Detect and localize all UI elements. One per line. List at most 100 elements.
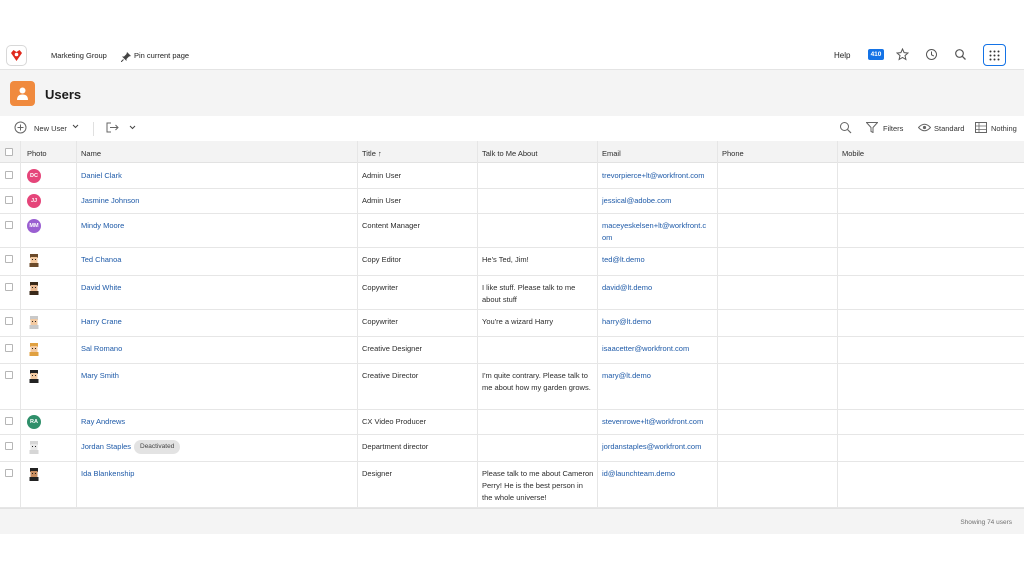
view-selector[interactable]: Standard (934, 124, 964, 133)
email-link[interactable]: maceyeskelsen+lt@workfront.c om (602, 220, 714, 244)
row-checkbox[interactable] (5, 442, 13, 450)
avatar[interactable]: DC (27, 169, 41, 183)
email-link[interactable]: jordanstaples@workfront.com (602, 441, 714, 453)
email-link[interactable]: ted@lt.demo (602, 254, 714, 266)
user-name-link[interactable]: Mary Smith (81, 370, 119, 382)
column-header-phone[interactable]: Phone (722, 149, 744, 158)
email-link[interactable]: stevenrowe+lt@workfront.com (602, 416, 714, 428)
group-breadcrumb[interactable]: Marketing Group (51, 51, 107, 60)
avatar[interactable] (27, 253, 41, 267)
user-name-link[interactable]: Ida Blankenship (81, 468, 134, 480)
grid-icon (989, 50, 1000, 61)
email-link[interactable]: david@lt.demo (602, 282, 714, 294)
user-count-text: Showing 74 users (960, 519, 1012, 526)
new-user-button[interactable]: New User (34, 124, 67, 133)
email-link[interactable]: jessical@adobe.com (602, 195, 714, 207)
avatar[interactable] (27, 342, 41, 356)
filter-icon[interactable] (865, 122, 879, 135)
email-link[interactable]: id@launchteam.demo (602, 468, 714, 480)
app-launcher-button[interactable] (983, 44, 1006, 66)
search-icon[interactable] (954, 48, 967, 66)
table-row[interactable] (0, 410, 1024, 435)
notification-count-badge[interactable]: 410 (868, 49, 884, 60)
table-footer (0, 508, 1024, 534)
row-checkbox[interactable] (5, 317, 13, 325)
column-header-title[interactable]: Title ↑ (362, 149, 382, 158)
table-row[interactable] (0, 189, 1024, 214)
job-title-cell: Designer (362, 469, 393, 478)
column-header-name[interactable]: Name (81, 149, 101, 158)
table-row[interactable] (0, 337, 1024, 364)
user-name-link[interactable]: David White (81, 282, 121, 294)
avatar[interactable] (27, 281, 41, 295)
select-all-checkbox[interactable] (5, 148, 13, 156)
plus-circle-icon[interactable] (14, 121, 27, 136)
toolbar-divider (93, 122, 94, 136)
job-title-cell: Department director (362, 442, 429, 451)
talk-to-me-cell: I like stuff. Please talk to me about st… (482, 283, 576, 304)
talk-to-me-cell: I'm quite contrary. Please talk to me ab… (482, 371, 591, 392)
filters-button[interactable]: Filters (883, 124, 903, 133)
user-name-link[interactable]: Sal Romano (81, 343, 122, 355)
user-name-link[interactable]: Harry Crane (81, 316, 122, 328)
job-title-cell: Creative Director (362, 371, 419, 380)
job-title-cell: Copy Editor (362, 255, 402, 264)
row-checkbox[interactable] (5, 196, 13, 204)
export-icon[interactable] (106, 122, 120, 135)
user-name-link[interactable]: Jasmine Johnson (81, 195, 139, 207)
row-checkbox[interactable] (5, 469, 13, 477)
avatar[interactable]: RA (27, 415, 41, 429)
job-title-cell: Copywriter (362, 283, 398, 292)
user-name-link[interactable]: Ted Chanoa (81, 254, 121, 266)
email-link[interactable]: isaacetter@workfront.com (602, 343, 714, 355)
column-header-mobile[interactable]: Mobile (842, 149, 864, 158)
page-header (0, 70, 1024, 116)
chevron-down-icon[interactable] (129, 124, 136, 133)
row-checkbox[interactable] (5, 371, 13, 379)
avatar[interactable] (27, 440, 41, 454)
chevron-down-icon[interactable] (72, 123, 79, 132)
pin-current-page-button[interactable]: Pin current page (134, 51, 189, 60)
user-name-link[interactable]: Ray Andrews (81, 416, 125, 428)
row-checkbox[interactable] (5, 344, 13, 352)
user-name-link[interactable]: Mindy Moore (81, 220, 124, 232)
row-checkbox[interactable] (5, 417, 13, 425)
status-badge: Deactivated (134, 440, 181, 454)
email-link[interactable]: harry@lt.demo (602, 316, 714, 328)
job-title-cell: Copywriter (362, 317, 398, 326)
eye-icon[interactable] (917, 123, 932, 134)
row-checkbox[interactable] (5, 283, 13, 291)
table-row[interactable] (0, 164, 1024, 189)
page-title: Users (45, 87, 82, 102)
row-checkbox[interactable] (5, 221, 13, 229)
grouping-selector[interactable]: Nothing (991, 124, 1017, 133)
talk-to-me-cell: You're a wizard Harry (482, 317, 554, 326)
pin-icon[interactable] (120, 49, 131, 67)
row-checkbox[interactable] (5, 255, 13, 263)
history-icon[interactable] (925, 48, 938, 66)
search-icon[interactable] (839, 121, 852, 136)
job-title-cell: Content Manager (362, 221, 420, 230)
avatar[interactable]: JJ (27, 194, 41, 208)
email-link[interactable]: trevorpierce+lt@workfront.com (602, 170, 714, 182)
talk-to-me-cell: He's Ted, Jim! (482, 255, 529, 264)
job-title-cell: Creative Designer (362, 344, 423, 353)
row-checkbox[interactable] (5, 171, 13, 179)
star-icon[interactable] (895, 47, 910, 66)
column-header-photo[interactable]: Photo (27, 149, 47, 158)
user-name-link[interactable]: Daniel Clark (81, 170, 122, 182)
column-header-email[interactable]: Email (602, 149, 621, 158)
avatar[interactable] (27, 315, 41, 329)
avatar[interactable] (27, 369, 41, 383)
help-link[interactable]: Help (834, 51, 850, 60)
email-link[interactable]: mary@lt.demo (602, 370, 714, 382)
table-row[interactable] (0, 214, 1024, 248)
column-header-talk[interactable]: Talk to Me About (482, 149, 537, 158)
avatar[interactable]: MM (27, 219, 41, 233)
grouping-icon[interactable] (975, 122, 987, 135)
workfront-logo-icon[interactable] (7, 46, 26, 65)
user-name-link[interactable]: Jordan Staples (81, 441, 131, 453)
avatar[interactable] (27, 467, 41, 481)
job-title-cell: Admin User (362, 196, 402, 205)
job-title-cell: CX Video Producer (362, 417, 427, 426)
